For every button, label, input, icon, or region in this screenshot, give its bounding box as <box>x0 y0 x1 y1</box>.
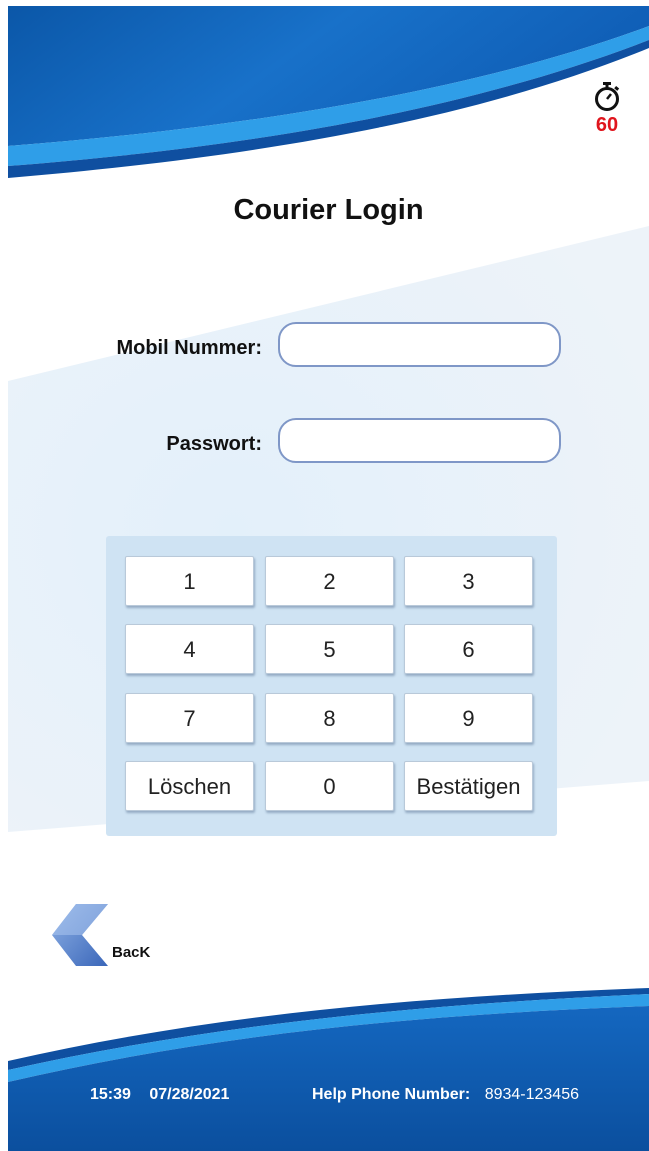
help-phone: Help Phone Number: 8934-123456 <box>312 1086 579 1104</box>
help-phone-number: 8934-123456 <box>484 1086 579 1103</box>
stopwatch-icon <box>595 82 620 111</box>
mobile-number-input[interactable] <box>278 322 561 367</box>
timer-seconds: 60 <box>595 114 619 136</box>
numeric-keypad: 1 2 3 4 5 6 7 8 9 Löschen 0 Bestätigen <box>106 536 557 836</box>
mobile-number-label: Mobil Nummer: <box>116 337 262 359</box>
key-2[interactable]: 2 <box>265 556 394 606</box>
help-phone-label: Help Phone Number: <box>312 1086 471 1103</box>
key-4[interactable]: 4 <box>125 624 254 674</box>
footer-date: 07/28/2021 <box>149 1086 230 1103</box>
footer-wave <box>8 988 649 1151</box>
key-1[interactable]: 1 <box>125 556 254 606</box>
key-7[interactable]: 7 <box>125 693 254 743</box>
password-label: Passwort: <box>166 433 262 455</box>
footer-datetime: 15:39 07/28/2021 <box>90 1086 229 1104</box>
key-6[interactable]: 6 <box>404 624 533 674</box>
clear-button[interactable]: Löschen <box>125 761 254 811</box>
page-title: Courier Login <box>233 194 424 226</box>
key-8[interactable]: 8 <box>265 693 394 743</box>
key-5[interactable]: 5 <box>265 624 394 674</box>
key-9[interactable]: 9 <box>404 693 533 743</box>
kiosk-screen: 60 Courier Login Mobil Nummer: Passwort:… <box>8 6 649 1151</box>
key-3[interactable]: 3 <box>404 556 533 606</box>
back-arrow-icon <box>52 904 108 966</box>
header-wave <box>8 6 649 178</box>
password-input[interactable] <box>278 418 561 463</box>
key-0[interactable]: 0 <box>265 761 394 811</box>
footer-time: 15:39 <box>90 1086 131 1103</box>
countdown-timer: 60 <box>587 82 627 136</box>
back-label: BacK <box>112 944 151 961</box>
confirm-button[interactable]: Bestätigen <box>404 761 533 811</box>
back-button[interactable]: BacK <box>52 904 172 970</box>
